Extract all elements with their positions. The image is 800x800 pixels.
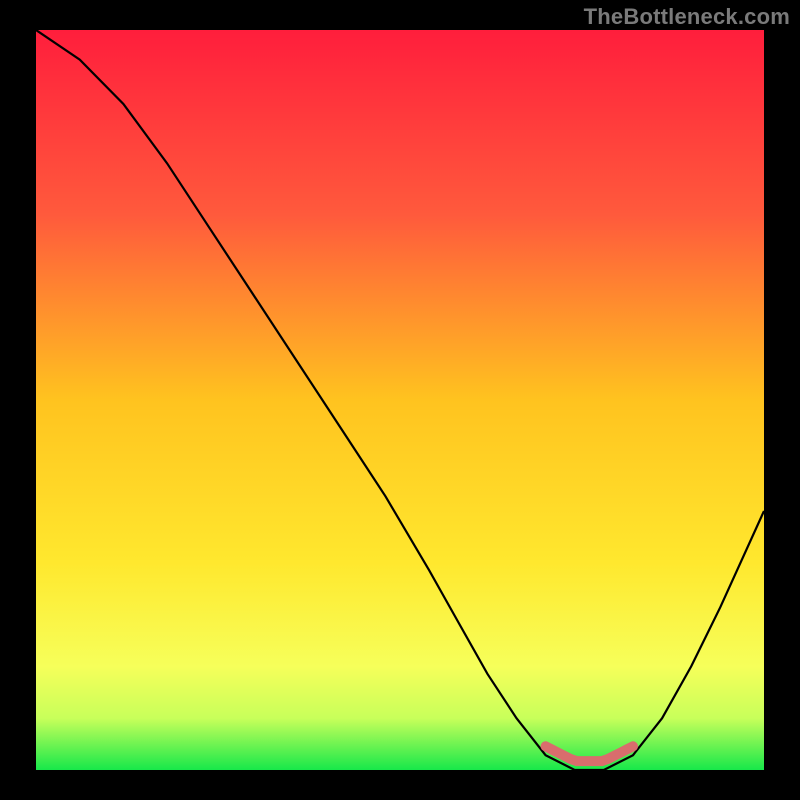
watermark-text: TheBottleneck.com — [584, 4, 790, 30]
gradient-background — [36, 30, 764, 770]
plot-area — [36, 30, 764, 770]
bottleneck-chart — [36, 30, 764, 770]
chart-frame: TheBottleneck.com — [0, 0, 800, 800]
